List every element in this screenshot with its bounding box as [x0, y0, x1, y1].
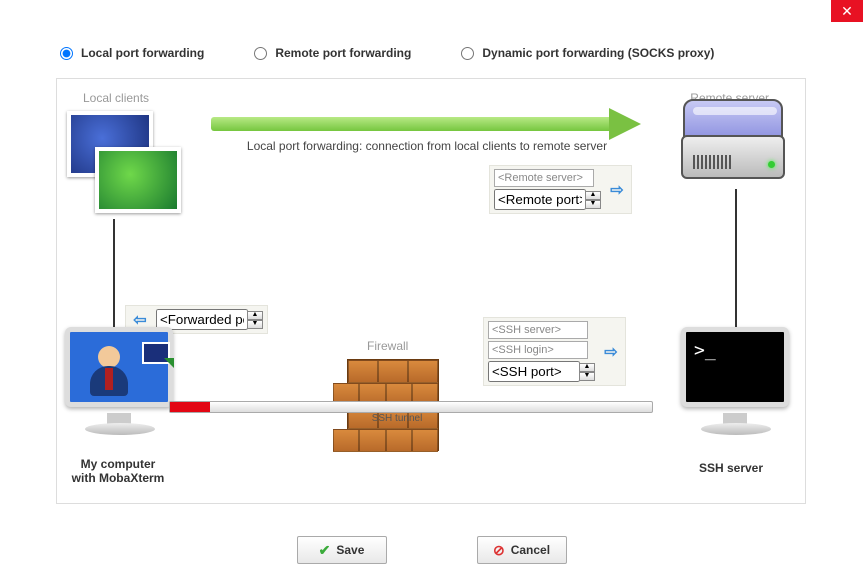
cancel-button-label: Cancel: [511, 543, 550, 557]
forwarded-port-down[interactable]: ▼: [247, 320, 263, 329]
remote-server-icon: [679, 99, 789, 189]
radio-local-port-forwarding[interactable]: Local port forwarding: [60, 46, 204, 60]
cancel-icon: ⊘: [493, 542, 505, 559]
local-clients-label: Local clients: [83, 91, 149, 105]
direction-arrow: [211, 113, 641, 135]
arrow-left-icon: ⇦: [130, 312, 150, 328]
remote-server-input[interactable]: [494, 169, 594, 187]
radio-dynamic-port-forwarding[interactable]: Dynamic port forwarding (SOCKS proxy): [461, 46, 714, 60]
check-icon: ✔: [319, 542, 331, 559]
connector-local-to-mycomputer: [113, 219, 115, 337]
ssh-fields-group: ▲ ▼ ⇨: [483, 317, 626, 386]
forwarding-type-radios: Local port forwarding Remote port forwar…: [60, 46, 823, 60]
save-button-label: Save: [336, 543, 364, 557]
close-icon: ✕: [841, 3, 853, 20]
ssh-port-down[interactable]: ▼: [579, 372, 595, 381]
arrow-right-icon: ⇨: [607, 182, 627, 198]
button-bar: ✔ Save ⊘ Cancel: [0, 536, 863, 564]
my-computer-label: My computer with MobaXterm: [53, 457, 183, 485]
radio-remote-input[interactable]: [254, 47, 267, 60]
radio-remote-label: Remote port forwarding: [275, 46, 411, 60]
remote-port-down[interactable]: ▼: [585, 200, 601, 209]
remote-fields-group: ▲ ▼ ⇨: [489, 165, 632, 214]
ssh-tunnel-progress: [170, 402, 210, 412]
diagram-frame: Local clients Remote server Firewall Loc…: [56, 78, 806, 504]
arrow-right-icon-2: ⇨: [601, 344, 621, 360]
arrow-caption: Local port forwarding: connection from l…: [207, 139, 647, 153]
radio-local-label: Local port forwarding: [81, 46, 204, 60]
my-computer-icon: [59, 327, 179, 457]
connector-remote-to-ssh: [735, 189, 737, 339]
terminal-prompt-icon: >_: [694, 340, 716, 361]
remote-port-input[interactable]: [494, 189, 586, 210]
radio-remote-port-forwarding[interactable]: Remote port forwarding: [254, 46, 411, 60]
ssh-tunnel-label: SSH tunnel: [357, 413, 437, 424]
ssh-port-up[interactable]: ▲: [579, 363, 595, 372]
local-clients-icon: [67, 111, 187, 221]
ssh-server-input[interactable]: [488, 321, 588, 339]
ssh-port-input[interactable]: [488, 361, 580, 382]
ssh-tunnel-bar: [169, 401, 653, 413]
close-button[interactable]: ✕: [831, 0, 863, 22]
radio-local-input[interactable]: [60, 47, 73, 60]
firewall-label: Firewall: [367, 339, 408, 353]
ssh-server-icon: >_: [675, 327, 795, 457]
radio-dynamic-label: Dynamic port forwarding (SOCKS proxy): [482, 46, 714, 60]
forwarded-port-up[interactable]: ▲: [247, 311, 263, 320]
ssh-server-label: SSH server: [671, 461, 791, 475]
cancel-button[interactable]: ⊘ Cancel: [477, 536, 567, 564]
ssh-login-input[interactable]: [488, 341, 588, 359]
save-button[interactable]: ✔ Save: [297, 536, 387, 564]
remote-port-up[interactable]: ▲: [585, 191, 601, 200]
radio-dynamic-input[interactable]: [461, 47, 474, 60]
